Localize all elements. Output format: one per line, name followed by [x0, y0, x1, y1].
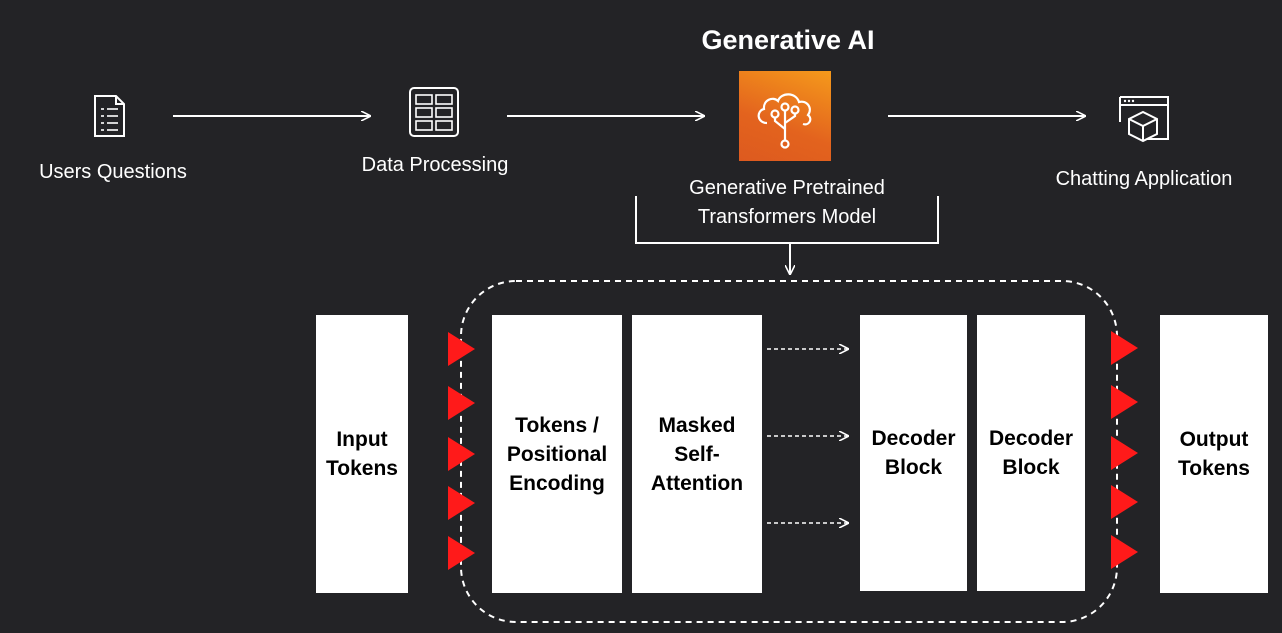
masked-self-attention-block: Masked Self- Attention — [632, 315, 762, 593]
input-tokens-label: Input Tokens — [326, 428, 398, 480]
masked-self-attention-label: Masked Self- Attention — [650, 413, 744, 495]
positional-encoding-block: Tokens / Positional Encoding — [492, 315, 622, 593]
decoder-block-2-label: Decoder Block — [988, 427, 1074, 479]
decoder-block-2: Decoder Block — [977, 315, 1085, 591]
output-tokens-block: Output Tokens — [1160, 315, 1268, 593]
chatting-application-label: Chatting Application — [1055, 168, 1233, 190]
input-tokens-block: Input Tokens — [316, 315, 408, 593]
decoder-block-1-label: Decoder Block — [871, 427, 956, 479]
positional-encoding-label: Tokens / Positional Encoding — [506, 413, 608, 495]
decoder-block-1: Decoder Block — [860, 315, 967, 591]
output-tokens-label: Output Tokens — [1178, 428, 1250, 480]
